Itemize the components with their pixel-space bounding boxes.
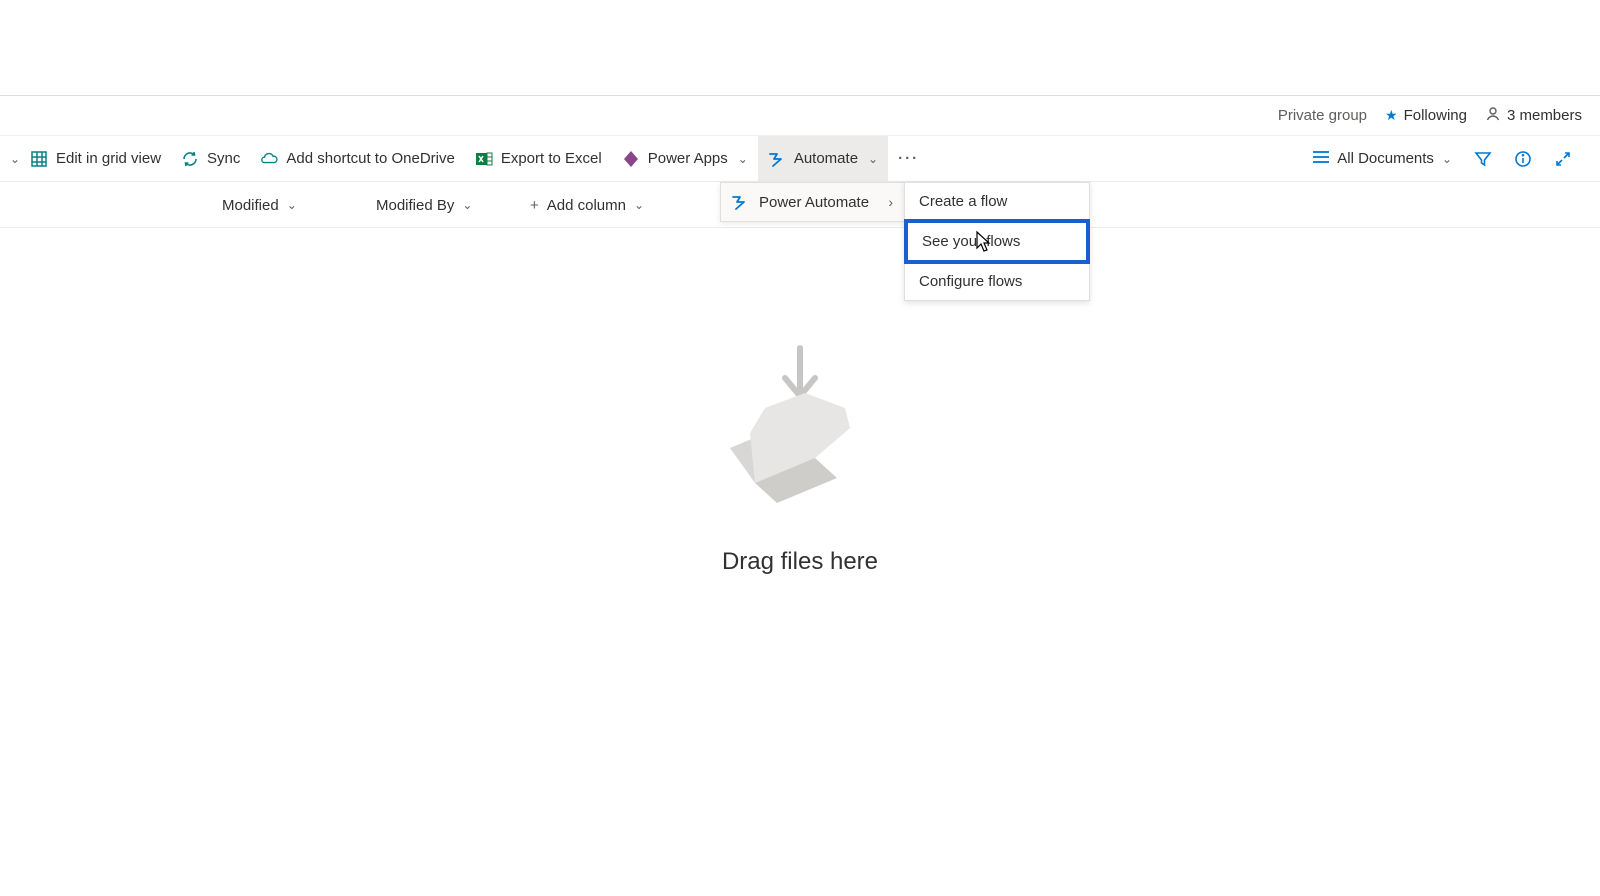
chevron-down-icon: ⌄ [1442,152,1452,166]
add-column-button[interactable]: + Add column ⌄ [530,182,644,228]
group-type-label: Private group [1278,107,1367,124]
view-tools: All Documents ⌄ [1305,142,1594,176]
configure-flows-menu-item[interactable]: Configure flows [905,263,1089,300]
chevron-down-icon: ⌄ [462,198,472,212]
sync-button[interactable]: Sync [171,136,250,182]
chevron-down-icon: ⌄ [868,152,878,166]
more-commands-button[interactable]: ··· [888,136,929,182]
chevron-down-icon: ⌄ [738,152,748,166]
power-apps-icon [622,150,640,168]
power-apps-label: Power Apps [648,150,728,167]
sync-icon [181,150,199,168]
power-automate-icon [731,193,749,211]
expand-button[interactable] [1546,142,1580,176]
automate-button[interactable]: Automate ⌄ [758,136,888,182]
chevron-down-icon: ⌄ [10,152,20,166]
create-flow-menu-item[interactable]: Create a flow [905,183,1089,220]
column-modified-by[interactable]: Modified By ⌄ [376,182,472,228]
view-selector[interactable]: All Documents ⌄ [1305,142,1460,176]
add-shortcut-button[interactable]: Add shortcut to OneDrive [250,136,464,182]
filter-icon [1474,150,1492,168]
column-modified-by-label: Modified By [376,197,454,214]
automate-submenu: Power Automate › [720,182,906,222]
top-blank-region [0,0,1600,96]
automate-label: Automate [794,150,858,167]
following-label: Following [1404,107,1467,124]
sync-label: Sync [207,150,240,167]
chevron-right-icon: › [888,194,893,210]
list-view-icon [1313,150,1329,168]
edit-in-grid-label: Edit in grid view [56,150,161,167]
members-button[interactable]: 3 members [1485,106,1582,126]
onedrive-shortcut-icon [260,150,278,168]
person-icon [1485,106,1501,126]
edit-in-grid-button[interactable]: Edit in grid view [20,136,171,182]
ellipsis-icon: ··· [898,150,919,167]
export-excel-label: Export to Excel [501,150,602,167]
see-your-flows-menu-item[interactable]: See your flows [908,223,1086,260]
power-automate-menu-item[interactable]: Power Automate › [721,183,905,221]
command-bar: ⌄ Edit in grid view Sync Add shortcut to… [0,136,1600,182]
following-button[interactable]: ★ Following [1385,107,1467,124]
power-automate-flyout: Create a flow See your flows Configure f… [904,182,1090,301]
info-pane-button[interactable] [1506,142,1540,176]
filter-button[interactable] [1466,142,1500,176]
power-automate-label: Power Automate [759,194,869,211]
export-excel-button[interactable]: Export to Excel [465,136,612,182]
see-your-flows-highlight: See your flows [904,219,1090,264]
add-shortcut-label: Add shortcut to OneDrive [286,150,454,167]
chevron-down-icon: ⌄ [287,198,297,212]
chevron-down-icon: ⌄ [634,198,644,212]
empty-state-label: Drag files here [722,548,878,576]
add-column-label: Add column [547,197,626,214]
star-icon: ★ [1385,107,1398,124]
view-selector-label: All Documents [1337,150,1434,167]
grid-icon [30,150,48,168]
plus-icon: + [530,197,539,214]
empty-state: Drag files here [0,338,1600,576]
site-header-meta: Private group ★ Following 3 members [0,96,1600,136]
excel-icon [475,150,493,168]
members-label: 3 members [1507,107,1582,124]
column-modified[interactable]: Modified ⌄ [222,182,297,228]
power-apps-button[interactable]: Power Apps ⌄ [612,136,758,182]
truncated-command[interactable]: ⌄ [6,136,20,182]
info-icon [1514,150,1532,168]
empty-folder-icon [715,338,885,508]
expand-icon [1554,150,1572,168]
automate-icon [768,150,786,168]
column-modified-label: Modified [222,197,279,214]
